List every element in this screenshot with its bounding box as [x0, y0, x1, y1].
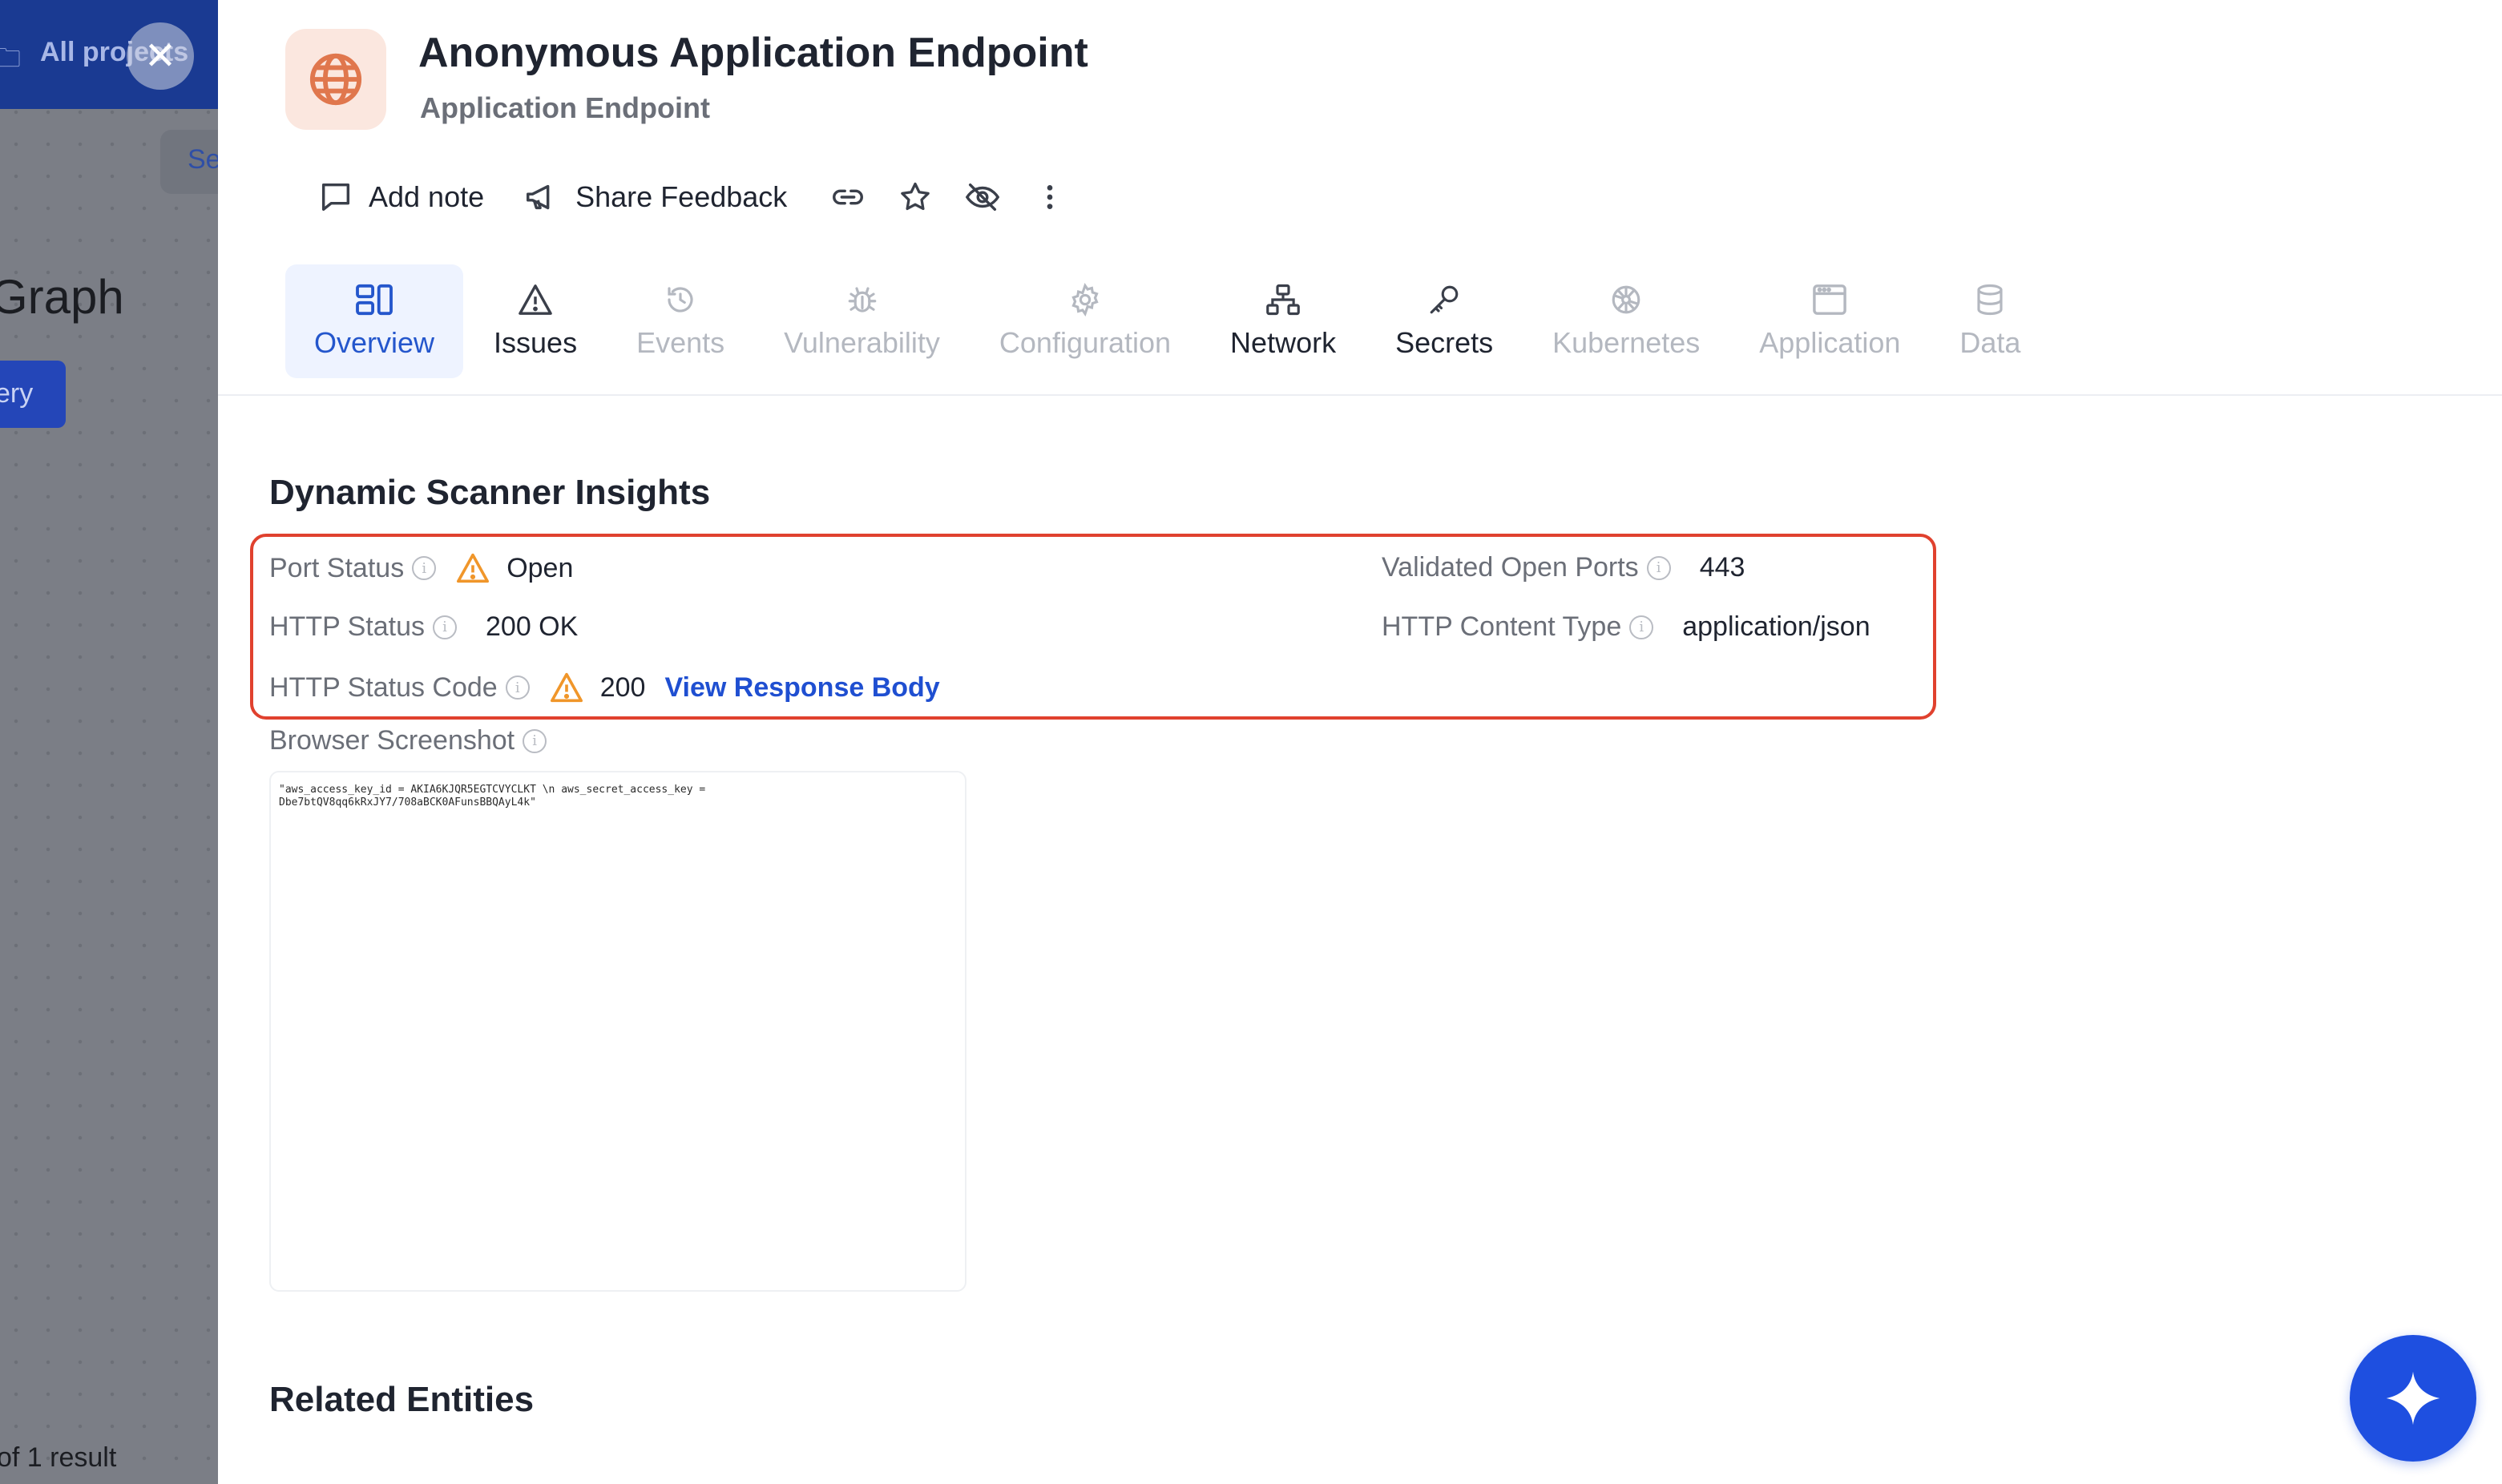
bug-icon — [848, 287, 876, 313]
background-result-count: of 1 result — [0, 1442, 117, 1473]
entity-title: Anonymous Application Endpoint — [418, 30, 1088, 76]
http-status-field: HTTP Status i 200 OK — [269, 611, 578, 643]
warning-icon — [455, 552, 490, 584]
http-content-type-field: HTTP Content Type i application/json — [1382, 611, 1870, 643]
tab-events-label: Events — [636, 326, 725, 359]
background-query-label: ery — [0, 378, 34, 409]
entity-toolbar: Add note Share Feedback — [317, 171, 1095, 223]
link-icon — [833, 189, 864, 205]
port-status-value: Open — [506, 552, 574, 583]
tab-overview-label: Overview — [314, 326, 435, 359]
background-query-button: ery — [0, 361, 66, 428]
validated-open-ports-value: 443 — [1699, 552, 1745, 583]
warning-icon — [519, 284, 552, 315]
entity-type-avatar — [285, 29, 386, 130]
validated-open-ports-field: Validated Open Ports i 443 — [1382, 552, 1745, 583]
tab-application-label: Application — [1759, 326, 1901, 359]
add-note-label: Add note — [369, 180, 485, 213]
tab-issues[interactable]: Issues — [465, 264, 606, 378]
http-status-code-field: HTTP Status Code i 200 View Response Bod… — [269, 671, 940, 704]
ai-assistant-button[interactable] — [2350, 1335, 2476, 1462]
background-graph-title: Graph — [0, 270, 124, 324]
http-content-type-label: HTTP Content Type — [1382, 611, 1622, 642]
tabs-divider — [218, 394, 2502, 396]
add-note-button[interactable]: Add note — [317, 179, 484, 216]
tab-configuration[interactable]: Configuration — [971, 264, 1200, 378]
browser-screenshot-text: "aws_access_key_id = AKIA6KJQR5EGTCVYCLK… — [279, 784, 706, 809]
view-response-body-link[interactable]: View Response Body — [664, 672, 939, 704]
browser-screenshot-image[interactable]: "aws_access_key_id = AKIA6KJQR5EGTCVYCLK… — [269, 771, 966, 1292]
http-status-value: 200 OK — [486, 611, 579, 642]
info-icon[interactable]: i — [433, 615, 457, 639]
favorite-button[interactable] — [893, 175, 938, 220]
http-status-code-value: 200 — [599, 671, 646, 703]
entity-tabs: Overview Issues Events Vulnerability Con… — [285, 264, 2051, 378]
kubernetes-icon — [1612, 285, 1640, 314]
validated-open-ports-label: Validated Open Ports — [1382, 552, 1639, 583]
port-status-label: Port Status — [269, 552, 405, 583]
tab-events[interactable]: Events — [607, 264, 753, 378]
close-drawer-button[interactable]: ✕ — [127, 22, 194, 90]
info-icon[interactable]: i — [523, 728, 547, 753]
copy-link-button[interactable] — [825, 175, 870, 220]
background-search-text: Se — [188, 144, 218, 175]
folder-icon: 🗀 — [0, 42, 22, 73]
http-content-type-value: application/json — [1682, 611, 1870, 642]
share-feedback-label: Share Feedback — [575, 180, 788, 213]
key-icon — [1430, 285, 1459, 314]
tab-vulnerability[interactable]: Vulnerability — [755, 264, 969, 378]
tab-configuration-label: Configuration — [999, 326, 1172, 359]
ignore-button[interactable] — [960, 175, 1005, 220]
gear-icon — [1071, 283, 1099, 317]
history-icon — [668, 287, 693, 313]
related-entities-title: Related Entities — [269, 1380, 535, 1419]
sparkle-icon — [2386, 1371, 2440, 1426]
tab-network[interactable]: Network — [1201, 264, 1365, 378]
eye-off-icon — [966, 183, 1000, 212]
tab-kubernetes-label: Kubernetes — [1552, 326, 1701, 359]
close-icon: ✕ — [143, 34, 177, 79]
tab-secrets-label: Secrets — [1395, 326, 1494, 359]
port-status-field: Port Status i Open — [269, 552, 573, 584]
network-icon — [1266, 284, 1300, 316]
more-vertical-icon — [1047, 185, 1053, 209]
browser-screenshot-label: Browser Screenshot — [269, 725, 515, 756]
http-status-code-label: HTTP Status Code — [269, 671, 498, 703]
overview-icon — [356, 284, 393, 316]
database-icon — [1977, 284, 2003, 316]
background-grid — [0, 0, 218, 1484]
warning-icon — [549, 671, 584, 704]
comment-icon — [321, 183, 350, 212]
tab-overview[interactable]: Overview — [285, 264, 464, 378]
info-icon[interactable]: i — [1646, 555, 1671, 580]
more-options-button[interactable] — [1027, 175, 1072, 220]
browser-screenshot-field: Browser Screenshot i — [269, 725, 547, 756]
dynamic-scanner-insights-title: Dynamic Scanner Insights — [269, 473, 711, 512]
tab-data-label: Data — [1959, 326, 2021, 359]
share-feedback-button[interactable]: Share Feedback — [523, 179, 787, 216]
tab-issues-label: Issues — [494, 326, 578, 359]
entity-drawer: Anonymous Application Endpoint Applicati… — [218, 0, 2502, 1484]
info-icon[interactable]: i — [412, 556, 437, 580]
tab-data[interactable]: Data — [1931, 264, 2049, 378]
globe-icon — [309, 53, 362, 106]
info-icon[interactable]: i — [1629, 615, 1654, 639]
entity-subtitle: Application Endpoint — [420, 91, 710, 124]
tab-application[interactable]: Application — [1730, 264, 1929, 378]
tab-vulnerability-label: Vulnerability — [784, 326, 940, 359]
http-status-label: HTTP Status — [269, 611, 425, 642]
tab-kubernetes[interactable]: Kubernetes — [1523, 264, 1729, 378]
megaphone-icon — [527, 184, 550, 210]
info-icon[interactable]: i — [505, 675, 530, 700]
tab-secrets[interactable]: Secrets — [1366, 264, 1522, 378]
background-search: Se — [160, 130, 218, 194]
background-page: 🗀 All projects Se Graph ery of 1 result — [0, 0, 218, 1484]
star-icon — [901, 182, 930, 211]
application-icon — [1813, 284, 1847, 315]
tab-network-label: Network — [1230, 326, 1337, 359]
